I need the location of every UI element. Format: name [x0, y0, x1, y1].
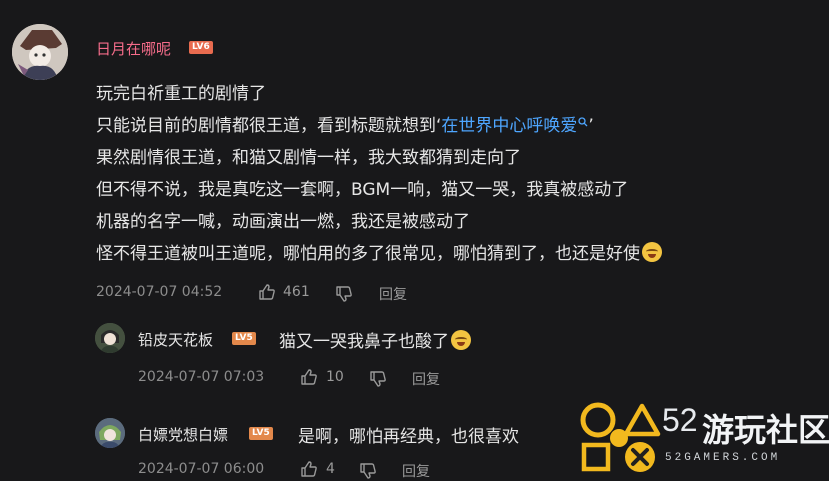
level-badge: LV5: [232, 332, 256, 345]
quote-mark: ’: [588, 116, 594, 136]
thumbs-down-icon[interactable]: [335, 285, 353, 303]
username[interactable]: 白嫖党想白嫖: [138, 424, 228, 445]
thumbs-down-icon[interactable]: [369, 370, 387, 388]
topic-link-text: 在世界中心呼唤爱: [441, 116, 578, 136]
avatar[interactable]: [95, 418, 125, 448]
comment-line: 果然剧情很王道，和猫又剧情一样，我大致都猜到走向了: [96, 148, 521, 168]
like-count: 10: [326, 369, 344, 385]
avatar[interactable]: [12, 24, 68, 80]
watermark-domain: 52GAMERS.COM: [665, 452, 781, 464]
comment-line: 怪不得王道被叫王道呢，哪怕用的多了很常见，哪怕猜到了，也还是好使: [96, 244, 640, 264]
reply-text: 猫又一哭我鼻子也酸了: [279, 332, 449, 352]
reply-date: 2024-07-07 06:00: [138, 461, 265, 477]
avatar-image: [12, 24, 68, 80]
comment-line: 玩完白祈重工的剧情了: [96, 84, 266, 104]
crying-laugh-emoji-icon: [642, 242, 662, 262]
like-count: 461: [283, 284, 310, 300]
comment-line: 只能说目前的剧情都很王道，看到标题就想到‘: [96, 116, 442, 136]
username[interactable]: 铅皮天花板: [138, 329, 213, 350]
comment-line: 机器的名字一喊，动画演出一燃，我还是被感动了: [96, 212, 470, 232]
search-icon: [578, 117, 588, 127]
reply-date: 2024-07-07 07:03: [138, 369, 265, 385]
comment-line-with-link: 只能说目前的剧情都很王道，看到标题就想到‘在世界中心呼唤爱 ’: [96, 110, 662, 142]
reply-content: 猫又一哭我鼻子也酸了: [279, 327, 471, 352]
like-count: 4: [326, 461, 335, 477]
reply-button[interactable]: 回复: [379, 284, 407, 304]
reply-button[interactable]: 回复: [402, 461, 430, 481]
comment-date: 2024-07-07 04:52: [96, 284, 223, 300]
comment-line-last: 怪不得王道被叫王道呢，哪怕用的多了很常见，哪怕猜到了，也还是好使: [96, 238, 662, 270]
comment-line: 但不得不说，我是真吃这一套啊，BGM一响，猫又一哭，我真被感动了: [96, 180, 629, 200]
username[interactable]: 日月在哪呢: [96, 38, 171, 59]
watermark-number: 52: [662, 402, 698, 438]
reply-text: 是啊，哪怕再经典，也很喜欢: [298, 427, 519, 447]
thumbs-up-icon[interactable]: [300, 368, 318, 386]
avatar-image: [95, 418, 125, 448]
crying-laugh-emoji-icon: [451, 330, 471, 350]
reply-button[interactable]: 回复: [412, 369, 440, 389]
thumbs-down-icon[interactable]: [359, 462, 377, 480]
thumbs-up-icon[interactable]: [258, 283, 276, 301]
watermark-name: 游玩社区: [702, 411, 829, 449]
avatar-image: [95, 323, 125, 353]
topic-link[interactable]: 在世界中心呼唤爱: [441, 116, 588, 136]
thumbs-up-icon[interactable]: [300, 460, 318, 478]
comment-content: 玩完白祈重工的剧情了 只能说目前的剧情都很王道，看到标题就想到‘在世界中心呼唤爱…: [96, 78, 662, 270]
level-badge: LV6: [189, 41, 213, 54]
avatar[interactable]: [95, 323, 125, 353]
level-badge: LV5: [249, 427, 273, 440]
